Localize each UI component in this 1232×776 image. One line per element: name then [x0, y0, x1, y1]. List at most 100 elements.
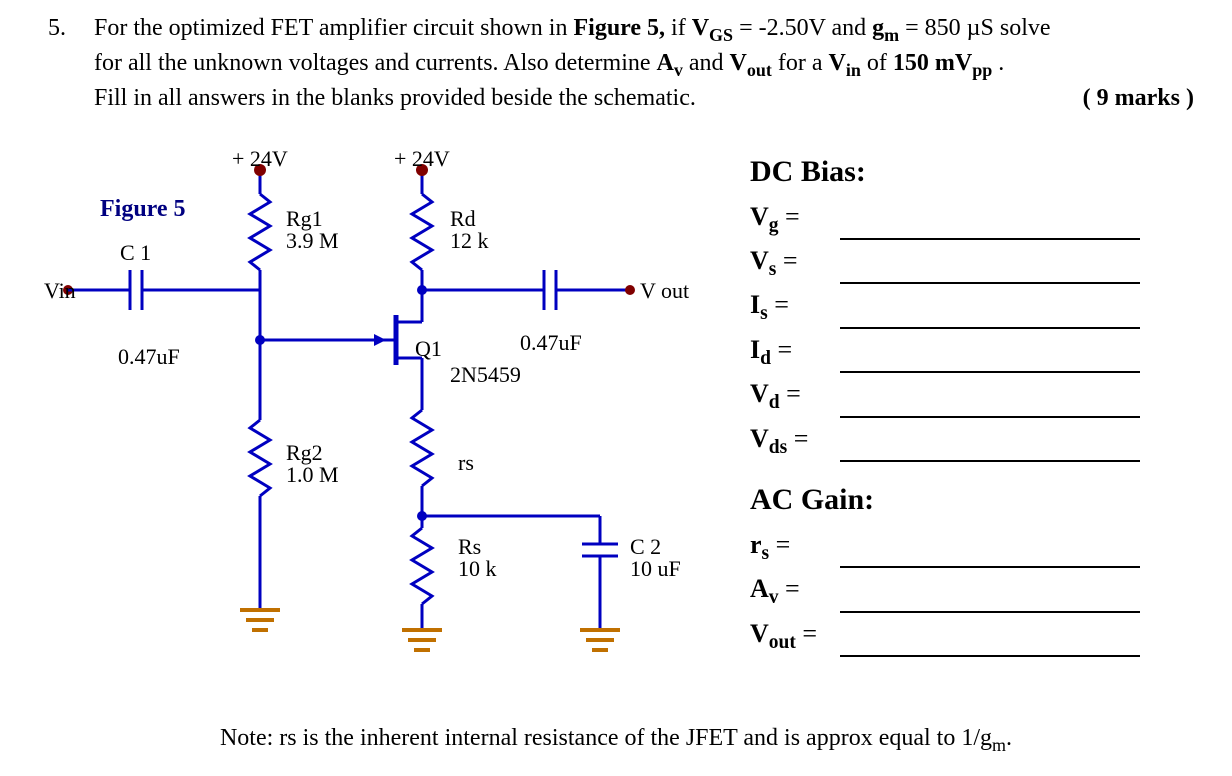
- q-text-2a: for all the unknown voltages and current…: [94, 50, 657, 76]
- rs-main: r: [750, 530, 762, 559]
- q-text-2b: and: [689, 50, 730, 76]
- av-main: A: [750, 574, 769, 603]
- c2-val: 10 uF: [630, 556, 681, 582]
- gm-symbol: gm: [872, 15, 899, 41]
- vout-label: V out: [640, 278, 689, 304]
- av-sub2: v: [769, 587, 779, 608]
- av-sub: v: [674, 60, 683, 80]
- row-vd: Vd =: [750, 375, 1190, 417]
- note-text: Note: rs is the inherent internal resist…: [0, 725, 1232, 756]
- blank-vout[interactable]: [840, 633, 1140, 657]
- blank-vs[interactable]: [840, 260, 1140, 284]
- note-a: Note: rs is the inherent internal resist…: [220, 725, 992, 751]
- is-main: I: [750, 290, 760, 319]
- row-av: Av =: [750, 570, 1190, 612]
- blank-av[interactable]: [840, 589, 1140, 613]
- av-pre: A: [657, 50, 674, 76]
- row-rs: rs =: [750, 526, 1190, 568]
- vg-main: V: [750, 202, 769, 231]
- vin-label: Vin: [44, 278, 76, 304]
- eq-vs: =: [776, 246, 797, 275]
- vds-main: V: [750, 424, 769, 453]
- dc-bias-heading: DC Bias:: [750, 150, 1190, 194]
- rs-big-val: 10 k: [458, 556, 497, 582]
- blank-id[interactable]: [840, 349, 1140, 373]
- vg-sub: g: [769, 215, 779, 236]
- vgs-pre: V: [692, 15, 709, 41]
- note-sub: m: [992, 735, 1006, 755]
- vs-main: V: [750, 246, 769, 275]
- rg2-val: 1.0 M: [286, 462, 339, 488]
- rs-name: rs: [458, 450, 474, 476]
- question-text: 5. For the optimized FET amplifier circu…: [48, 12, 1202, 115]
- vout-sub2: out: [769, 632, 796, 653]
- rd-val: 12 k: [450, 228, 489, 254]
- note-b: .: [1006, 725, 1012, 751]
- vout-sub: out: [747, 60, 772, 80]
- row-is: Is =: [750, 286, 1190, 328]
- vds-sub: ds: [769, 437, 787, 458]
- id-main: I: [750, 335, 760, 364]
- av-symbol: Av: [657, 50, 683, 76]
- eq-vds: =: [787, 424, 808, 453]
- vin-val: 150 mV: [893, 50, 972, 76]
- eq-rs: =: [769, 530, 790, 559]
- vgs-sub: GS: [709, 25, 733, 45]
- q-text-2e: .: [998, 50, 1004, 76]
- rs-sub: s: [762, 543, 770, 564]
- vd-main: V: [750, 379, 769, 408]
- question-body: For the optimized FET amplifier circuit …: [94, 12, 1194, 115]
- q-text-1b: if: [671, 15, 692, 41]
- figure-ref: Figure 5,: [573, 15, 665, 41]
- blank-vg[interactable]: [840, 216, 1140, 240]
- gm-sub: m: [884, 25, 899, 45]
- answers-panel: DC Bias: Vg = Vs = Is = Id = Vd = Vds = …: [750, 150, 1190, 659]
- q-text-2d: of: [867, 50, 893, 76]
- blank-rs[interactable]: [840, 544, 1140, 568]
- c1-name: C 1: [120, 240, 151, 266]
- ac-gain-heading: AC Gain:: [750, 478, 1190, 522]
- vin-suffix: pp: [972, 60, 992, 80]
- rg1-val: 3.9 M: [286, 228, 339, 254]
- q-text-3: Fill in all answers in the blanks provid…: [94, 85, 696, 111]
- c1-val: 0.47uF: [118, 344, 180, 370]
- row-vg: Vg =: [750, 198, 1190, 240]
- eq-vout: =: [796, 619, 817, 648]
- row-vds: Vds =: [750, 420, 1190, 462]
- blank-vds[interactable]: [840, 438, 1140, 462]
- vout-main: V: [750, 619, 769, 648]
- vin-value: 150 mVpp: [893, 50, 992, 76]
- supply-1: + 24V: [232, 146, 288, 172]
- q1-name: Q1: [415, 336, 442, 362]
- q-text-1a: For the optimized FET amplifier circuit …: [94, 15, 573, 41]
- schematic: Figure 5 + 24V + 24V Vin V out C 1 0.47u…: [40, 140, 740, 700]
- row-id: Id =: [750, 331, 1190, 373]
- gm-expr: = 850 µS solve: [905, 15, 1050, 41]
- vout-pre: V: [730, 50, 747, 76]
- eq-vg: =: [779, 202, 800, 231]
- q-text-2c: for a: [778, 50, 829, 76]
- vd-sub: d: [769, 393, 780, 414]
- eq-vd: =: [780, 379, 801, 408]
- is-sub: s: [760, 304, 768, 325]
- gm-pre: g: [872, 15, 884, 41]
- supply-2: + 24V: [394, 146, 450, 172]
- eq-id: =: [771, 335, 792, 364]
- cout-val: 0.47uF: [520, 330, 582, 356]
- blank-is[interactable]: [840, 305, 1140, 329]
- blank-vd[interactable]: [840, 394, 1140, 418]
- q1-part: 2N5459: [450, 362, 521, 388]
- vin-pre: V: [829, 50, 846, 76]
- vgs-symbol: VGS: [692, 15, 733, 41]
- vin-symbol: Vin: [829, 50, 861, 76]
- eq-is: =: [768, 290, 789, 319]
- row-vs: Vs =: [750, 242, 1190, 284]
- vin-sub: in: [846, 60, 861, 80]
- vout-symbol: Vout: [730, 50, 772, 76]
- row-vout: Vout =: [750, 615, 1190, 657]
- eq-av: =: [779, 574, 800, 603]
- marks: ( 9 marks ): [1083, 82, 1194, 114]
- id-sub: d: [760, 348, 771, 369]
- question-number: 5.: [48, 12, 88, 44]
- figure-label: Figure 5: [100, 196, 186, 223]
